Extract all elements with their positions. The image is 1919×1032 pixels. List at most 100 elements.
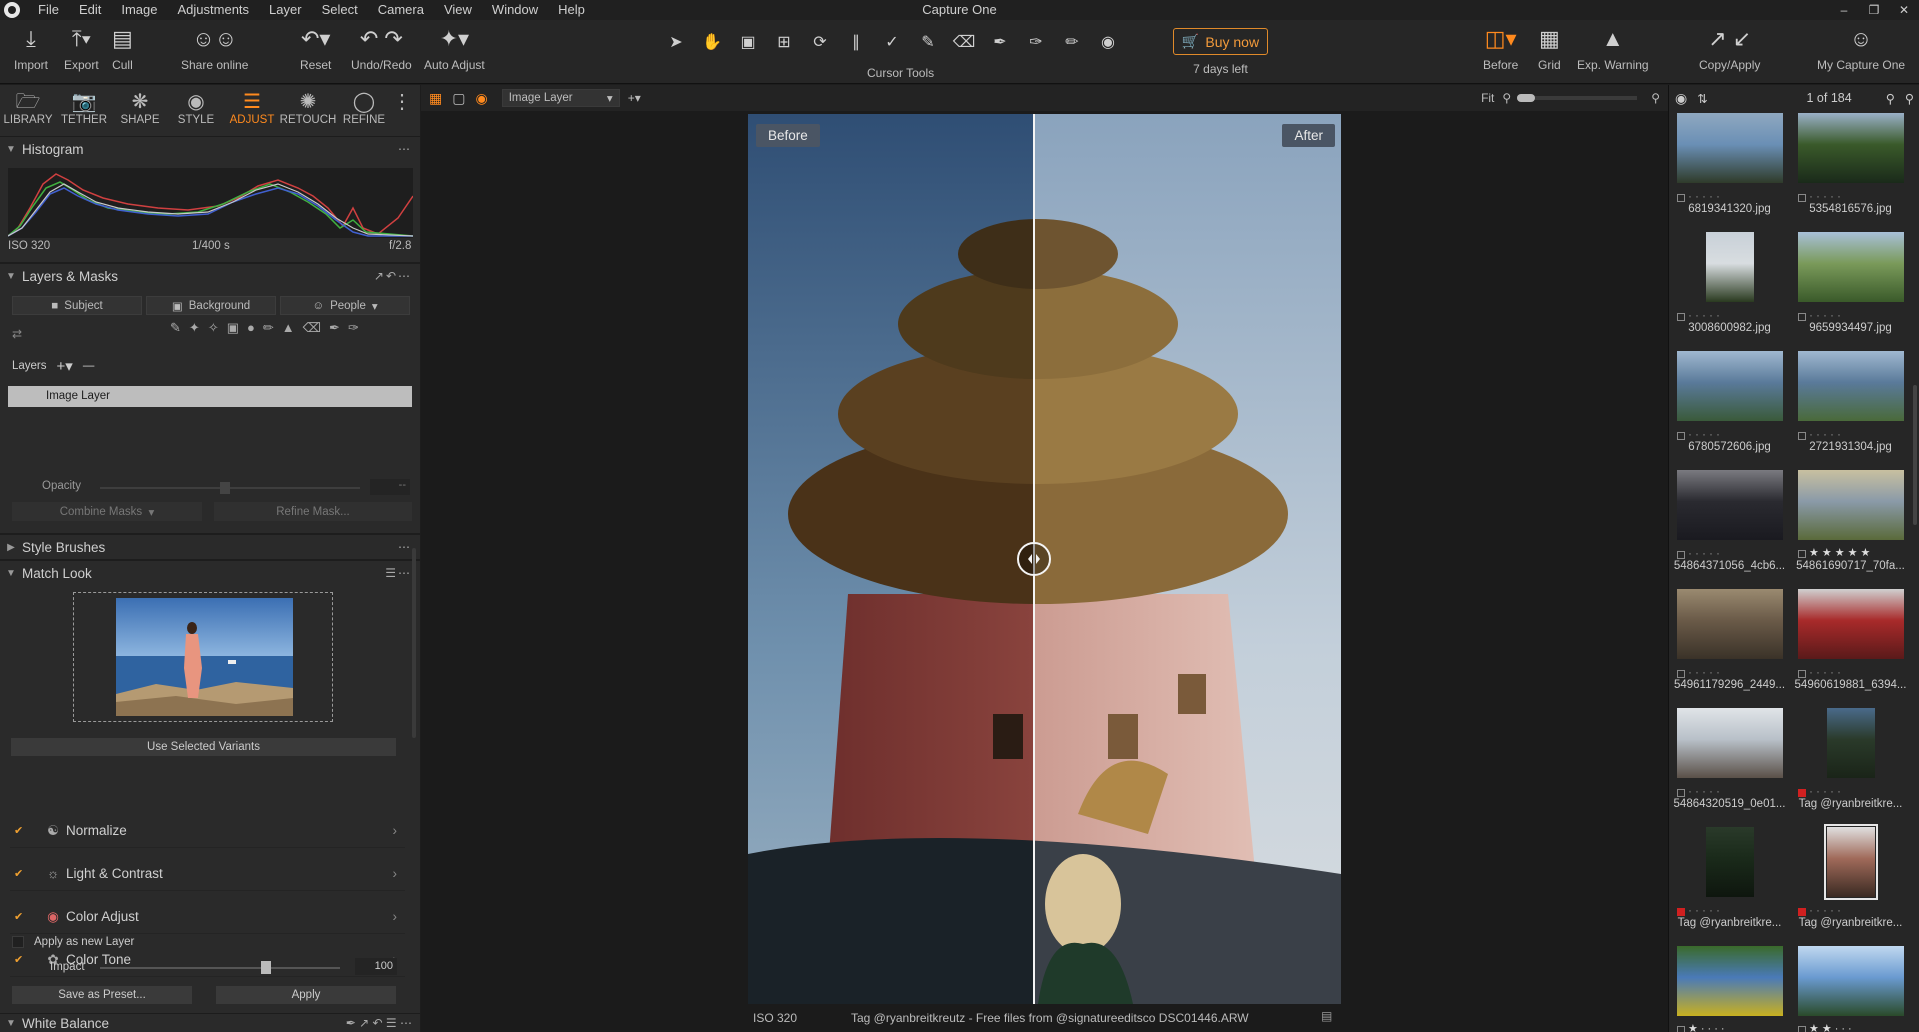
star-icons[interactable]: ★★···: [1809, 1023, 1855, 1032]
pointer-tool-icon[interactable]: ➤: [660, 30, 692, 54]
color-label-red[interactable]: [1798, 788, 1806, 797]
rating-stars[interactable]: ·····: [1798, 427, 1844, 441]
thumbnail-image[interactable]: [1798, 232, 1904, 302]
eraser-tool-icon[interactable]: ⌫: [948, 30, 980, 54]
star-icons[interactable]: ·····: [1688, 665, 1723, 679]
menu-help[interactable]: Help: [548, 0, 595, 20]
star-icons[interactable]: ·····: [1688, 546, 1723, 560]
rating-stars[interactable]: ·····: [1677, 189, 1723, 203]
search-icon[interactable]: ⚲: [1905, 91, 1914, 106]
rating-stars[interactable]: ·····: [1677, 903, 1723, 917]
more-tabs-icon[interactable]: ⋮: [392, 85, 412, 136]
thumbnail-item[interactable]: ····· Tag @ryanbreitkre...: [1790, 824, 1911, 943]
tab-refine[interactable]: ◯ REFINE: [336, 85, 392, 136]
impact-value[interactable]: 100: [355, 958, 397, 975]
magic-brush-icon[interactable]: ✦: [189, 320, 200, 336]
select-checkbox[interactable]: [1798, 1025, 1806, 1032]
import-button[interactable]: ⤓ Import: [14, 24, 48, 72]
rating-stars[interactable]: ·····: [1798, 784, 1844, 798]
layer-select[interactable]: Image Layer ▾: [501, 89, 620, 107]
white-balance-header[interactable]: ▼ White Balance ✒ ↗ ↶ ☰ ⋯: [0, 1013, 420, 1032]
rating-stars[interactable]: ·····: [1677, 427, 1723, 441]
reset-button[interactable]: ↶▾ Reset: [300, 24, 331, 72]
star-icons[interactable]: ·····: [1809, 665, 1844, 679]
brush-icon[interactable]: ✎: [170, 320, 181, 336]
star-icons[interactable]: ·····: [1688, 427, 1723, 441]
select-checkbox[interactable]: [1677, 669, 1685, 678]
rotate-tool-icon[interactable]: ⟳: [804, 30, 836, 54]
thumbnail-image[interactable]: [1798, 351, 1904, 421]
tab-tether[interactable]: 📷 TETHER: [56, 85, 112, 136]
thumbnail-item[interactable]: ····· 54864371056_4cb6...: [1669, 468, 1790, 586]
thumbnail-image[interactable]: [1677, 470, 1783, 540]
zoom-fit-label[interactable]: Fit: [1481, 91, 1494, 105]
annotate-tool-icon[interactable]: ✏: [1056, 30, 1088, 54]
star-icons[interactable]: ·····: [1688, 784, 1723, 798]
add-icon[interactable]: +▾: [628, 91, 641, 105]
eye-icon[interactable]: ◉: [1675, 90, 1687, 107]
thumbnail-image[interactable]: [1677, 708, 1783, 778]
menu-camera[interactable]: Camera: [368, 0, 434, 20]
thumbnail-image[interactable]: [1798, 470, 1904, 540]
thumbnail-image[interactable]: [1677, 113, 1783, 183]
ai-brush-icon[interactable]: ✧: [208, 320, 219, 336]
tab-shape[interactable]: ❋ SHAPE: [112, 85, 168, 136]
thumbnail-image[interactable]: [1798, 946, 1904, 1016]
loupe-tool-icon[interactable]: ▣: [732, 30, 764, 54]
star-icons[interactable]: ★★★★★: [1809, 547, 1873, 559]
select-checkbox[interactable]: [1677, 1025, 1685, 1032]
select-checkbox[interactable]: [1798, 193, 1806, 202]
radial-gradient-icon[interactable]: ●: [247, 320, 255, 336]
tool-light-contrast[interactable]: ✔ ☼ Light & Contrast ›: [10, 857, 405, 891]
impact-slider-knob[interactable]: [261, 961, 271, 974]
menu-file[interactable]: File: [28, 0, 69, 20]
auto-adjust-button[interactable]: ✦▾ Auto Adjust: [424, 24, 485, 72]
select-checkbox[interactable]: [1798, 549, 1806, 558]
thumbnail-item[interactable]: ····· 5354816576.jpg: [1790, 111, 1911, 229]
cull-button[interactable]: ▤ Cull: [112, 24, 133, 72]
match-look-header[interactable]: ▼ Match Look ☰⋯: [0, 561, 420, 585]
grid-view-icon[interactable]: ▦: [429, 90, 442, 107]
thumbnail-item[interactable]: ····· 2721931304.jpg: [1790, 349, 1911, 467]
erase-ai-icon[interactable]: ✑: [348, 320, 359, 336]
checkmark-icon[interactable]: ✔: [14, 867, 30, 880]
thumbnail-image[interactable]: [1798, 589, 1904, 659]
thumbnail-item[interactable]: ····· Tag @ryanbreitkre...: [1790, 706, 1911, 824]
thumbnail-item[interactable]: ····· 54961179296_2449...: [1669, 587, 1790, 705]
thumbnail-item[interactable]: ····· 9659934497.jpg: [1790, 230, 1911, 348]
apply-as-layer-checkbox[interactable]: [12, 936, 24, 948]
select-checkbox[interactable]: [1677, 193, 1685, 202]
rating-stars[interactable]: ·····: [1798, 903, 1844, 917]
rating-stars[interactable]: ·····: [1677, 665, 1723, 679]
pan-tool-icon[interactable]: ✋: [696, 30, 728, 54]
undo-redo-button[interactable]: ↶ ↷ Undo/Redo: [351, 24, 412, 72]
thumbnail-item[interactable]: ····· 3008600982.jpg: [1669, 230, 1790, 348]
before-after-photo[interactable]: Before After: [748, 114, 1341, 1004]
tab-retouch[interactable]: ✺ RETOUCH: [280, 85, 337, 136]
close-icon[interactable]: ✕: [1889, 0, 1919, 20]
menu-image[interactable]: Image: [111, 0, 167, 20]
spot-tool-icon[interactable]: ✓: [876, 30, 908, 54]
crop-tool-icon[interactable]: ⊞: [768, 30, 800, 54]
menu-adjustments[interactable]: Adjustments: [168, 0, 260, 20]
impact-slider[interactable]: [100, 967, 340, 969]
single-view-icon[interactable]: ▢: [452, 90, 465, 107]
menu-window[interactable]: Window: [482, 0, 548, 20]
refine-mask-button[interactable]: Refine Mask...: [214, 502, 412, 521]
opacity-slider[interactable]: [100, 482, 360, 494]
before-button[interactable]: ◫▾ Before: [1483, 24, 1518, 72]
copy-apply-button[interactable]: ↗ ↙ Copy/Apply: [1699, 24, 1760, 72]
eye-view-icon[interactable]: ◉: [475, 90, 487, 107]
style-brushes-header[interactable]: ▶ Style Brushes ⋯: [0, 535, 420, 559]
pencil-icon[interactable]: ✏: [263, 320, 274, 336]
star-icons[interactable]: ·····: [1688, 308, 1723, 322]
white-balance-tool-icon[interactable]: ◉: [1092, 30, 1124, 54]
erase-magic-icon[interactable]: ✒: [329, 320, 340, 336]
buy-now-button[interactable]: 🛒 Buy now: [1173, 28, 1268, 55]
rating-stars[interactable]: ·····: [1677, 784, 1723, 798]
rating-stars[interactable]: ★····: [1677, 1022, 1728, 1032]
remove-layer-icon[interactable]: —: [83, 360, 95, 372]
thumbnail-image[interactable]: [1677, 351, 1783, 421]
thumbnail-item[interactable]: ····· 6819341320.jpg: [1669, 111, 1790, 229]
rating-stars[interactable]: ★★···: [1798, 1022, 1855, 1032]
